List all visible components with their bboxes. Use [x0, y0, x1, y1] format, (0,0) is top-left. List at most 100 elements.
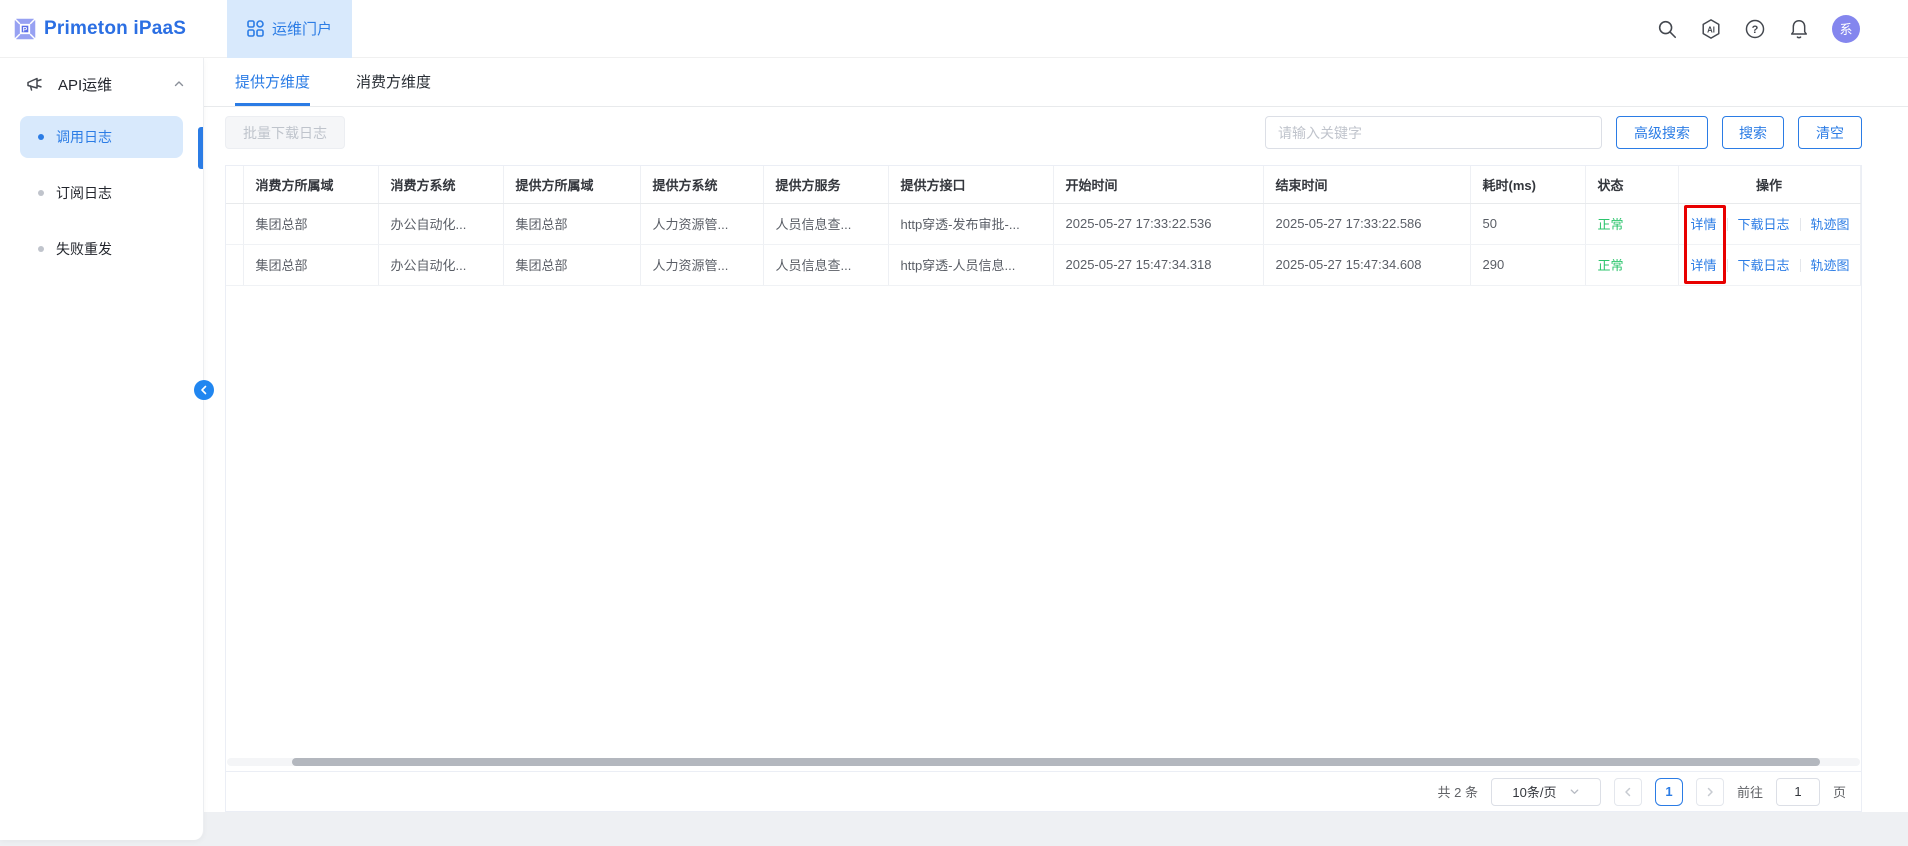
action-detail-link[interactable]: 详情 [1691, 258, 1717, 273]
chevron-right-icon [1705, 787, 1715, 797]
action-separator [1727, 218, 1728, 231]
top-header: P Primeton iPaaS 运维门户 AI ? 系 [0, 0, 1908, 58]
tab-provider-dimension[interactable]: 提供方维度 [235, 58, 310, 106]
checkbox-cell-sliver [226, 244, 243, 285]
main-panel: 提供方维度消费方维度 批量下载日志 高级搜索 搜索 清空 消费方所属域消费方系统… [204, 58, 1908, 812]
table-cell: 人员信息查... [763, 203, 888, 244]
page-unit-label: 页 [1833, 782, 1846, 801]
table-cell: http穿透-人员信息... [888, 244, 1053, 285]
svg-text:AI: AI [1707, 25, 1715, 34]
tab-consumer-dimension[interactable]: 消费方维度 [356, 58, 431, 106]
table-cell: http穿透-发布审批-... [888, 203, 1053, 244]
column-header: 提供方所属域 [503, 166, 640, 203]
svg-text:P: P [23, 26, 28, 33]
table-cell: 办公自动化... [378, 203, 503, 244]
sidebar-item-failure-resend[interactable]: 失败重发 [20, 228, 183, 270]
table-cell: 集团总部 [243, 244, 378, 285]
notification-bell-icon[interactable] [1788, 18, 1810, 40]
content-area: 批量下载日志 高级搜索 搜索 清空 消费方所属域消费方系统提供方所属域提供方系统… [204, 107, 1908, 812]
column-header: 提供方服务 [763, 166, 888, 203]
action-separator [1800, 259, 1801, 272]
dimension-tab-bar: 提供方维度消费方维度 [204, 58, 1908, 107]
ai-assistant-icon[interactable]: AI [1700, 18, 1722, 40]
table-cell: 集团总部 [503, 203, 640, 244]
table-cell-actions: 详情 下载日志 轨迹图 [1678, 244, 1860, 285]
chevron-left-icon [1623, 787, 1633, 797]
table-cell-status: 正常 [1585, 203, 1678, 244]
table-cell: 人力资源管... [640, 203, 763, 244]
action-trace-link[interactable]: 轨迹图 [1811, 217, 1850, 232]
header-icons: AI ? 系 [1656, 15, 1908, 43]
sidebar-active-indicator [198, 127, 203, 169]
help-icon[interactable]: ? [1744, 18, 1766, 40]
table-cell: 人员信息查... [763, 244, 888, 285]
column-header: 消费方所属域 [243, 166, 378, 203]
sidebar-section-label: API运维 [58, 74, 112, 95]
goto-label: 前往 [1737, 782, 1763, 801]
chevron-up-icon [173, 78, 185, 90]
sidebar-item-subscription-logs[interactable]: 订阅日志 [20, 172, 183, 214]
current-page-button[interactable]: 1 [1655, 778, 1683, 806]
svg-text:?: ? [1752, 24, 1759, 36]
toolbar-search-group: 高级搜索 搜索 清空 [1265, 116, 1862, 149]
action-download-log-link[interactable]: 下载日志 [1738, 217, 1790, 232]
sidebar-item-label: 调用日志 [56, 127, 112, 147]
checkbox-cell-sliver [226, 203, 243, 244]
bullet-dot-icon [38, 190, 44, 196]
table-cell: 集团总部 [503, 244, 640, 285]
action-trace-link[interactable]: 轨迹图 [1811, 258, 1850, 273]
table-cell: 2025-05-27 15:47:34.318 [1053, 244, 1263, 285]
megaphone-icon [26, 75, 44, 93]
pagination-bar: 共 2 条 10条/页 1 前 [226, 771, 1861, 811]
keyword-search-input[interactable] [1265, 116, 1602, 149]
column-header: 提供方接口 [888, 166, 1053, 203]
sidebar-item-label: 订阅日志 [56, 183, 112, 203]
sidebar-section-api-ops[interactable]: API运维 [0, 58, 203, 110]
column-header: 开始时间 [1053, 166, 1263, 203]
column-header: 结束时间 [1263, 166, 1470, 203]
column-header: 消费方系统 [378, 166, 503, 203]
chevron-left-icon [199, 385, 209, 395]
page-size-select[interactable]: 10条/页 [1491, 778, 1601, 806]
next-page-button[interactable] [1696, 778, 1724, 806]
log-table-frame: 消费方所属域消费方系统提供方所属域提供方系统提供方服务提供方接口开始时间结束时间… [225, 165, 1862, 812]
goto-page-input[interactable] [1776, 778, 1820, 806]
table-cell: 2025-05-27 17:33:22.536 [1053, 203, 1263, 244]
portal-tab-ops[interactable]: 运维门户 [227, 0, 352, 58]
brand-title: Primeton iPaaS [44, 18, 186, 40]
horizontal-scrollbar-thumb[interactable] [292, 758, 1820, 766]
table-cell: 50 [1470, 203, 1585, 244]
action-separator [1800, 218, 1801, 231]
prev-page-button[interactable] [1614, 778, 1642, 806]
table-body: 集团总部办公自动化...集团总部人力资源管...人员信息查...http穿透-发… [226, 203, 1860, 285]
table-header-row: 消费方所属域消费方系统提供方所属域提供方系统提供方服务提供方接口开始时间结束时间… [226, 166, 1860, 203]
sidebar-item-call-logs[interactable]: 调用日志 [20, 116, 183, 158]
sidebar-collapse-button[interactable] [194, 380, 214, 400]
search-button[interactable]: 搜索 [1722, 116, 1784, 149]
status-badge: 正常 [1598, 217, 1624, 232]
table-cell: 2025-05-27 17:33:22.586 [1263, 203, 1470, 244]
bullet-dot-icon [38, 134, 44, 140]
table-row: 集团总部办公自动化...集团总部人力资源管...人员信息查...http穿透-人… [226, 244, 1860, 285]
column-header: 耗时(ms) [1470, 166, 1585, 203]
action-download-log-link[interactable]: 下载日志 [1738, 258, 1790, 273]
brand-area: P Primeton iPaaS [0, 18, 227, 40]
table-cell-status: 正常 [1585, 244, 1678, 285]
table-cell: 2025-05-27 15:47:34.608 [1263, 244, 1470, 285]
table-cell: 办公自动化... [378, 244, 503, 285]
advanced-search-button[interactable]: 高级搜索 [1616, 116, 1708, 149]
action-detail-link[interactable]: 详情 [1691, 217, 1717, 232]
chevron-down-icon [1569, 786, 1580, 797]
table-cell-actions: 详情 下载日志 轨迹图 [1678, 203, 1860, 244]
bullet-dot-icon [38, 246, 44, 252]
search-icon[interactable] [1656, 18, 1678, 40]
page-size-value: 10条/页 [1512, 782, 1556, 801]
clear-button[interactable]: 清空 [1798, 116, 1862, 149]
table-row: 集团总部办公自动化...集团总部人力资源管...人员信息查...http穿透-发… [226, 203, 1860, 244]
call-log-table: 消费方所属域消费方系统提供方所属域提供方系统提供方服务提供方接口开始时间结束时间… [226, 166, 1861, 286]
grid-icon [247, 20, 264, 37]
table-cell: 290 [1470, 244, 1585, 285]
column-header: 操作 [1678, 166, 1860, 203]
user-avatar[interactable]: 系 [1832, 15, 1860, 43]
batch-download-logs-button[interactable]: 批量下载日志 [225, 116, 345, 149]
